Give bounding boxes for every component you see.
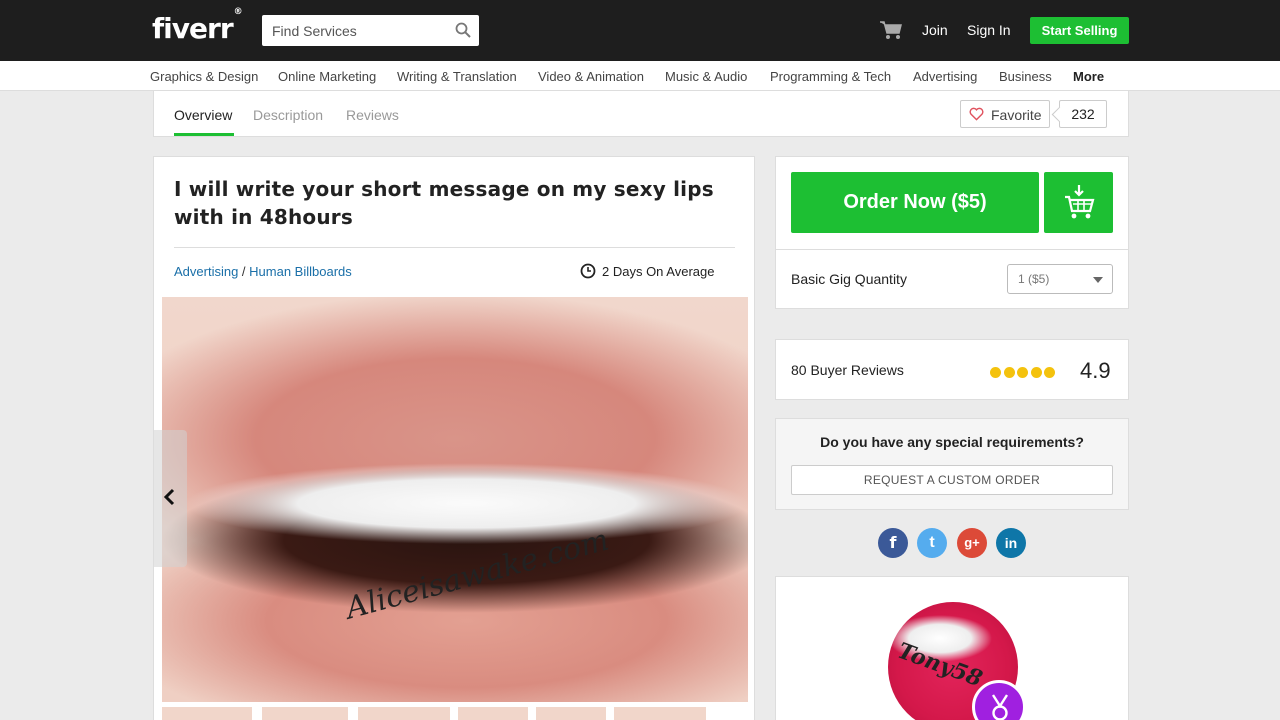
tab-description[interactable]: Description: [253, 107, 323, 123]
delivery-text: 2 Days On Average: [602, 264, 715, 279]
sign-in-link[interactable]: Sign In: [967, 22, 1011, 38]
breadcrumb-separator: /: [238, 264, 250, 279]
buyer-reviews-count[interactable]: 80 Buyer Reviews: [791, 362, 904, 378]
delivery-time: 2 Days On Average: [580, 263, 715, 279]
category-graphics-design[interactable]: Graphics & Design: [150, 69, 258, 84]
cart-icon[interactable]: [879, 20, 903, 40]
tab-overview[interactable]: Overview: [174, 107, 232, 123]
quantity-label: Basic Gig Quantity: [791, 271, 907, 287]
category-writing-translation[interactable]: Writing & Translation: [397, 69, 517, 84]
add-to-cart-icon: [1065, 185, 1095, 219]
category-online-marketing[interactable]: Online Marketing: [278, 69, 376, 84]
category-nav: Graphics & Design Online Marketing Writi…: [0, 61, 1280, 91]
gallery-prev-button[interactable]: [154, 430, 187, 567]
order-divider: [776, 249, 1128, 250]
thumbnail[interactable]: [358, 707, 450, 720]
thumbnail[interactable]: [458, 707, 528, 720]
quantity-value: 1 ($5): [1018, 272, 1050, 286]
tab-reviews[interactable]: Reviews: [346, 107, 399, 123]
add-to-cart-button[interactable]: [1044, 172, 1113, 233]
thumbnail[interactable]: [614, 707, 706, 720]
top-header: fiverr® Join Sign In Start Selling: [0, 0, 1280, 61]
image-lip-writing: Aliceisawake.com: [342, 522, 613, 627]
favorite-count: 232: [1059, 100, 1107, 128]
chevron-left-icon: [163, 488, 175, 506]
category-music-audio[interactable]: Music & Audio: [665, 69, 747, 84]
registered-mark: ®: [233, 6, 243, 17]
seller-card: Tony58: [775, 576, 1129, 720]
join-link[interactable]: Join: [922, 22, 948, 38]
category-video-animation[interactable]: Video & Animation: [538, 69, 644, 84]
quantity-select[interactable]: 1 ($5): [1007, 264, 1113, 294]
twitter-share-icon[interactable]: t: [917, 528, 947, 558]
rating-value: 4.9: [1080, 358, 1111, 383]
category-programming-tech[interactable]: Programming & Tech: [770, 69, 891, 84]
thumbnail[interactable]: [262, 707, 348, 720]
star-icon: [1030, 367, 1042, 378]
custom-requirements-question: Do you have any special requirements?: [820, 434, 1084, 450]
breadcrumb-subcategory-link[interactable]: Human Billboards: [249, 264, 352, 279]
request-custom-order-button[interactable]: REQUEST A CUSTOM ORDER: [791, 465, 1113, 495]
search-input[interactable]: [262, 15, 442, 46]
heart-icon: [969, 107, 984, 121]
seller-avatar-text: Tony58: [894, 637, 986, 693]
search-icon[interactable]: [455, 22, 471, 38]
gig-title: I will write your short message on my se…: [174, 177, 714, 229]
linkedin-share-icon[interactable]: in: [996, 528, 1026, 558]
facebook-share-icon[interactable]: f: [878, 528, 908, 558]
rating-stars: [990, 365, 1058, 383]
google-plus-share-icon[interactable]: g+: [957, 528, 987, 558]
start-selling-button[interactable]: Start Selling: [1030, 17, 1129, 44]
reviews-summary: 80 Buyer Reviews 4.9: [775, 339, 1129, 400]
custom-order-panel: Do you have any special requirements? RE…: [775, 418, 1129, 510]
star-icon: [990, 367, 1001, 378]
gig-main-card: I will write your short message on my se…: [153, 156, 755, 720]
title-divider: [174, 247, 735, 248]
star-icon: [1044, 367, 1055, 378]
search-box[interactable]: [262, 15, 479, 46]
favorite-button[interactable]: Favorite: [960, 100, 1050, 128]
order-now-button[interactable]: Order Now ($5): [791, 172, 1039, 233]
order-panel: Order Now ($5) Basic Gig Quantity 1 ($5): [775, 156, 1129, 309]
favorite-label: Favorite: [991, 107, 1042, 123]
category-business[interactable]: Business: [999, 69, 1052, 84]
category-more[interactable]: More: [1073, 69, 1104, 84]
gig-tabs: Overview Description Reviews Favorite 23…: [153, 91, 1129, 137]
breadcrumb-category-link[interactable]: Advertising: [174, 264, 238, 279]
star-icon: [1017, 367, 1028, 378]
clock-icon: [580, 263, 596, 279]
breadcrumb: Advertising / Human Billboards: [174, 264, 352, 279]
thumbnail[interactable]: [536, 707, 606, 720]
thumbnail[interactable]: [162, 707, 252, 720]
star-icon: [1003, 367, 1015, 378]
active-tab-indicator: [174, 133, 234, 136]
category-advertising[interactable]: Advertising: [913, 69, 977, 84]
chevron-down-icon: [1093, 277, 1103, 283]
gig-main-image[interactable]: Aliceisawake.com: [162, 297, 748, 702]
medal-icon: [991, 694, 1009, 720]
fiverr-logo[interactable]: fiverr®: [152, 7, 243, 45]
